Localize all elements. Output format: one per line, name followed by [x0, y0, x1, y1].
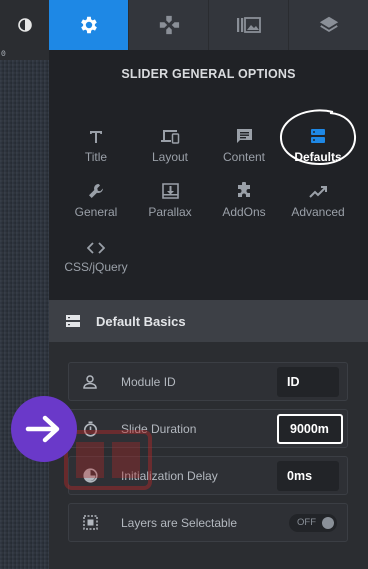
option-parallax[interactable]: Parallax	[130, 177, 210, 219]
option-css-jquery-label: CSS/jQuery	[64, 260, 128, 274]
top-tab-bar	[49, 0, 368, 50]
wrench-icon	[89, 184, 103, 198]
option-defaults-label: Defaults	[294, 150, 342, 164]
tab-layers[interactable]	[289, 0, 368, 50]
server-icon	[311, 129, 325, 143]
download-box-icon	[161, 183, 179, 199]
default-basics-header[interactable]: Default Basics	[49, 300, 368, 342]
option-addons[interactable]: AddOns	[204, 177, 284, 219]
module-id-row: Module ID ID	[68, 362, 348, 401]
module-id-label: Module ID	[121, 374, 176, 389]
option-parallax-label: Parallax	[148, 205, 192, 219]
slide-duration-input[interactable]: 9000m	[277, 413, 343, 444]
layers-selectable-row: Layers are Selectable OFF	[68, 503, 348, 542]
layers-selectable-label: Layers are Selectable	[121, 515, 238, 530]
panel-title: SLIDER GENERAL OPTIONS	[121, 67, 296, 81]
slide-duration-label: Slide Duration	[121, 421, 197, 436]
puzzle-icon	[237, 182, 250, 197]
option-layout-label: Layout	[151, 150, 189, 164]
initialization-delay-label: Initialization Delay	[121, 468, 218, 483]
select-icon	[83, 515, 98, 530]
arrow-badge	[11, 396, 77, 462]
tab-navigation[interactable]	[129, 0, 209, 50]
option-advanced[interactable]: Advanced	[278, 177, 358, 219]
text-icon	[90, 131, 102, 143]
module-id-input[interactable]: ID	[277, 366, 339, 397]
option-title-label: Title	[84, 150, 108, 164]
devices-icon	[161, 130, 180, 144]
initialization-delay-row: Initialization Delay 0ms	[68, 456, 348, 495]
user-icon	[83, 374, 97, 389]
stopwatch-icon	[83, 421, 98, 437]
initialization-delay-input[interactable]: 0ms	[277, 460, 339, 491]
tab-media[interactable]	[209, 0, 289, 50]
slide-duration-row: Slide Duration 9000m	[68, 409, 348, 448]
arrow-right-icon	[25, 415, 60, 443]
layers-selectable-toggle[interactable]: OFF	[289, 513, 337, 532]
toggle-knob	[322, 516, 334, 529]
ruler-label: 0	[0, 50, 49, 60]
option-general-label: General	[74, 205, 118, 219]
option-content-label: Content	[222, 150, 266, 164]
list-icon	[66, 314, 80, 327]
timer-icon	[83, 468, 98, 483]
message-icon	[236, 129, 252, 143]
option-content[interactable]: Content	[204, 122, 284, 164]
option-defaults[interactable]: Defaults	[278, 122, 358, 164]
media-icon	[236, 17, 261, 33]
toggle-state-label: OFF	[297, 517, 316, 528]
gear-icon	[80, 16, 97, 34]
code-icon	[87, 242, 105, 254]
layers-icon	[319, 16, 338, 33]
option-addons-label: AddOns	[222, 205, 266, 219]
option-css-jquery[interactable]: CSS/jQuery	[56, 232, 136, 274]
contrast-toggle[interactable]	[0, 0, 49, 50]
gamepad-icon	[159, 15, 179, 35]
section-title: Default Basics	[96, 313, 186, 329]
contrast-icon	[17, 18, 32, 32]
option-title[interactable]: Title	[56, 122, 136, 164]
tab-settings[interactable]	[49, 0, 129, 50]
option-advanced-label: Advanced	[291, 205, 345, 219]
background-image-strip	[0, 0, 49, 569]
slider-general-options-panel: SLIDER GENERAL OPTIONS Title Layout Cont…	[49, 50, 368, 300]
trend-icon	[309, 186, 327, 198]
option-general[interactable]: General	[56, 177, 136, 219]
option-layout[interactable]: Layout	[130, 122, 210, 164]
